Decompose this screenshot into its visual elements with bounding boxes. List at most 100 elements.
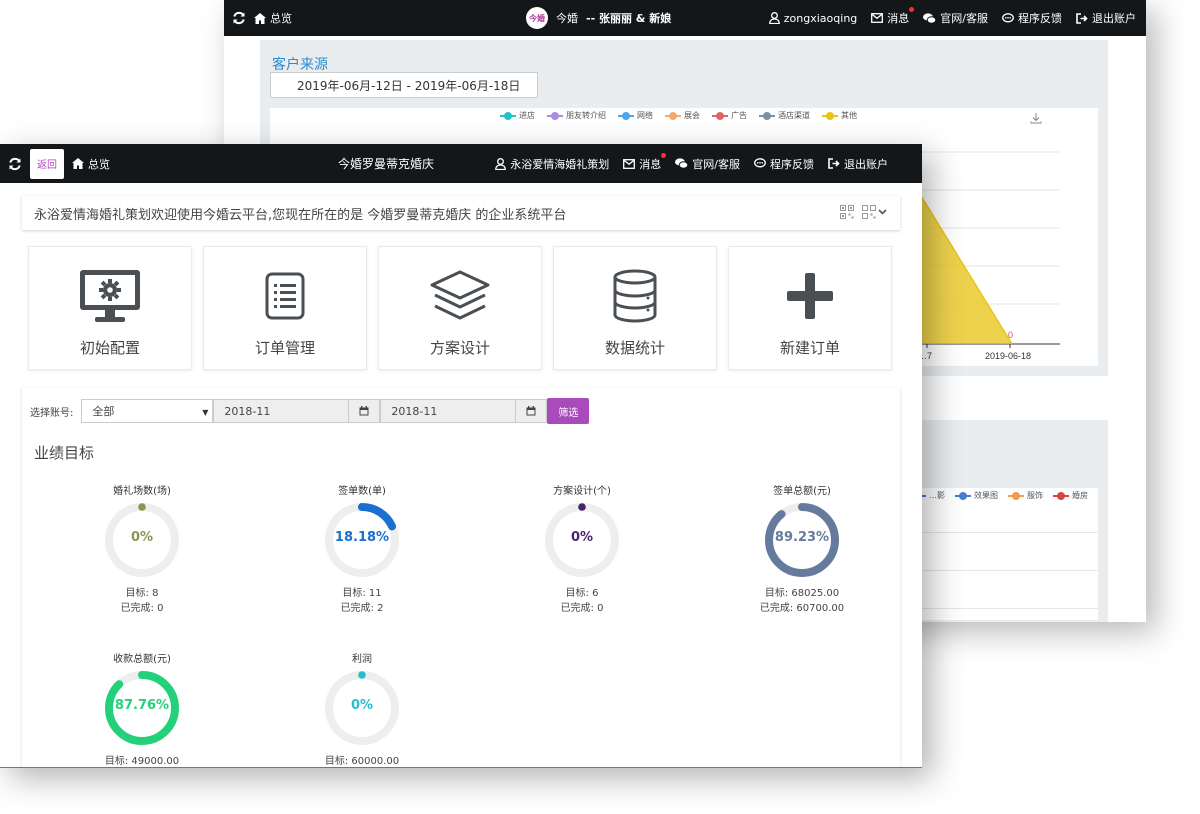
tile-new-order[interactable]: 新建订单 (728, 246, 892, 370)
account-select-value: 全部 (92, 405, 115, 418)
gauge-completed: 已完成: 0 (560, 603, 604, 614)
gauge-3: 方案设计(个) 0% 目标: 6 已完成: 0 (472, 482, 692, 616)
tile-order-management[interactable]: 订单管理 (203, 246, 367, 370)
official-label: 官网/客服 (692, 157, 740, 171)
chat-bubbles-icon (923, 12, 937, 24)
account-select[interactable]: 全部 ▼ (81, 399, 214, 423)
home-icon (254, 12, 266, 24)
calendar-icon[interactable] (349, 399, 381, 423)
messages-label: 消息 (639, 157, 662, 171)
back-feedback-link[interactable]: 程序反馈 (1002, 10, 1062, 26)
layers-icon (429, 269, 491, 323)
date-to-input[interactable]: 2018-11 (380, 399, 517, 423)
account-select-label: 选择账号: (30, 407, 74, 419)
unread-dot (909, 7, 915, 12)
tile-label: 数据统计 (604, 339, 665, 357)
tile-plan-design[interactable]: 方案设计 (378, 246, 542, 370)
back-logout-label: 退出账户 (1092, 12, 1136, 25)
user-icon (495, 157, 507, 170)
tile-initial-config[interactable]: 初始配置 (28, 246, 192, 370)
gauge-completed: 已完成: 0 (120, 603, 164, 614)
back-logout-link[interactable]: 退出账户 (1076, 10, 1136, 26)
list-document-icon (265, 272, 305, 320)
logout-label: 退出账户 (844, 157, 888, 171)
legend-marker (1053, 491, 1069, 500)
gauge-label: 婚礼场数(场) (113, 486, 171, 497)
gauge-ring: 89.23% (762, 500, 842, 580)
comment-icon (1002, 12, 1014, 24)
unread-dot (661, 152, 667, 158)
panel-title: 客户来源 (272, 57, 328, 73)
filter-button[interactable]: 筛选 (547, 398, 590, 424)
tile-label: 初始配置 (79, 339, 140, 357)
gauge-5: 收款总额(元) 87.76% 目标: 49000.00 (32, 650, 252, 767)
back-overview-link[interactable]: 总览 (254, 10, 292, 26)
back-user-menu[interactable]: zongxiaoqing (768, 11, 858, 25)
gauge-target: 目标: 11 (342, 588, 382, 599)
refresh-icon[interactable] (8, 157, 22, 171)
envelope-icon (871, 13, 884, 23)
gauge-ring: 18.18% (322, 500, 402, 580)
account-menu[interactable]: 永浴爱情海婚礼策划 (495, 156, 609, 172)
back-overview-label: 总览 (270, 12, 292, 25)
top-navbar: 返回 总览 今婚罗曼蒂克婚庆 永浴爱情海婚礼策划 消息 官网/客服 程序反馈 退… (0, 144, 922, 183)
qr-code-dropdown-icon[interactable] (862, 205, 888, 219)
back-couple-name: -- 张丽丽 & 新娘 (586, 12, 672, 25)
legend-item[interactable]: 效果图 (955, 490, 998, 501)
tile-data-statistics[interactable]: 数据统计 (553, 246, 717, 370)
tile-label: 方案设计 (429, 339, 490, 357)
legend-item[interactable]: 服饰 (1008, 490, 1043, 501)
messages-link[interactable]: 消息 (623, 152, 667, 172)
official-link[interactable]: 官网/客服 (675, 156, 740, 172)
comment-icon (754, 158, 766, 169)
gauge-2: 签单数(单) 18.18% 目标: 11 已完成: 2 (252, 482, 472, 616)
qr-code-icon[interactable] (840, 205, 854, 219)
gauge-ring: 0% (542, 500, 622, 580)
second-chart-legend: …影 效果图 服饰 婚房 (910, 490, 1088, 501)
store-name: 今婚罗曼蒂克婚庆 (338, 157, 435, 171)
gauge-percent: 89.23% (774, 530, 830, 545)
gauge-1: 婚礼场数(场) 0% 目标: 8 已完成: 0 (32, 482, 252, 616)
legend-marker (955, 491, 971, 500)
back-button[interactable]: 返回 (30, 148, 64, 179)
overview-label: 总览 (88, 157, 110, 171)
feedback-label: 程序反馈 (770, 157, 814, 171)
legend-label: 婚房 (1072, 491, 1088, 500)
feedback-link[interactable]: 程序反馈 (754, 156, 814, 172)
calendar-icon[interactable] (516, 399, 548, 423)
back-official-link[interactable]: 官网/客服 (923, 10, 988, 26)
legend-marker (1008, 491, 1024, 500)
gauge-ring: 87.76% (102, 668, 182, 748)
gauge-percent: 87.76% (114, 698, 170, 713)
logout-link[interactable]: 退出账户 (828, 156, 888, 172)
refresh-icon[interactable] (232, 11, 246, 25)
legend-item[interactable]: 婚房 (1053, 490, 1088, 501)
gauge-label: 签单总额(元) (773, 486, 831, 497)
gauge-label: 方案设计(个) (553, 486, 611, 497)
welcome-text: 永浴爱情海婚礼策划欢迎使用今婚云平台,您现在所在的是 今婚罗曼蒂克婚庆 的企业系… (34, 207, 567, 223)
foreground-window: 返回 总览 今婚罗曼蒂克婚庆 永浴爱情海婚礼策划 消息 官网/客服 程序反馈 退… (0, 144, 922, 768)
legend-label: …影 (929, 491, 945, 500)
gauge-label: 收款总额(元) (113, 654, 171, 665)
envelope-icon (623, 158, 636, 169)
logout-icon (828, 158, 840, 169)
legend-label: 效果图 (974, 491, 998, 500)
gauge-ring: 0% (322, 668, 402, 748)
back-messages-link[interactable]: 消息 (871, 7, 915, 26)
gauge-6: 利润 0% 目标: 60000.00 (252, 650, 472, 767)
gauge-progress-dot (578, 503, 586, 511)
date-from-input[interactable]: 2018-11 (213, 399, 350, 423)
plus-icon (786, 272, 834, 320)
legend-label: 服饰 (1027, 491, 1043, 500)
back-username: zongxiaoqing (783, 11, 858, 25)
chevron-down-icon: ▼ (202, 408, 209, 417)
data-label: 0 (1008, 330, 1013, 340)
x-tick-label: 2019-06-18 (985, 351, 1031, 361)
filter-row: 选择账号: 全部 ▼ 2018-11 2018-11 筛选 (30, 398, 590, 424)
monitor-gear-icon (78, 268, 142, 324)
overview-link[interactable]: 总览 (72, 156, 110, 172)
gauge-4: 签单总额(元) 89.23% 目标: 68025.00 已完成: 60700.00 (692, 482, 912, 616)
performance-card: 选择账号: 全部 ▼ 2018-11 2018-11 筛选 业绩目标 婚礼场数(… (22, 388, 900, 767)
performance-title: 业绩目标 (34, 444, 95, 462)
date-range-picker[interactable]: 2019年-06月-12日 - 2019年-06月-18日 (270, 72, 538, 98)
